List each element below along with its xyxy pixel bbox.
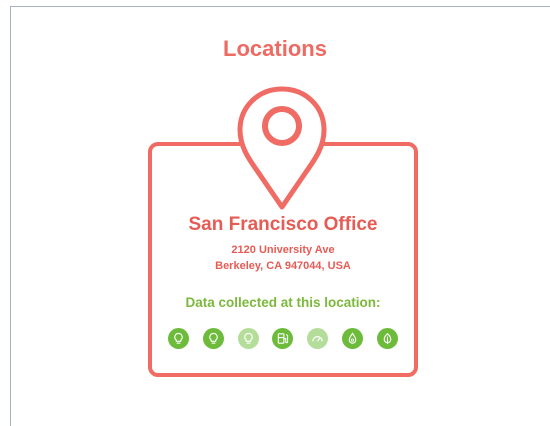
map-pin-icon xyxy=(237,86,327,210)
lightbulb-icon[interactable] xyxy=(202,328,224,349)
leaf-icon[interactable] xyxy=(376,328,398,349)
page-title: Locations xyxy=(223,36,327,61)
gauge-icon[interactable] xyxy=(307,328,329,349)
location-name: San Francisco Office xyxy=(188,214,378,235)
lightbulb-icon[interactable] xyxy=(168,328,189,349)
address-line-1: 2120 University Ave xyxy=(231,244,335,256)
data-type-icons xyxy=(168,328,398,350)
fuel-pump-icon[interactable] xyxy=(272,328,294,349)
address-line-2: Berkeley, CA 947044, USA xyxy=(215,260,351,272)
data-collected-label: Data collected at this location: xyxy=(185,295,381,310)
water-drop-icon[interactable] xyxy=(342,328,364,349)
lightbulb-icon[interactable] xyxy=(237,328,259,349)
